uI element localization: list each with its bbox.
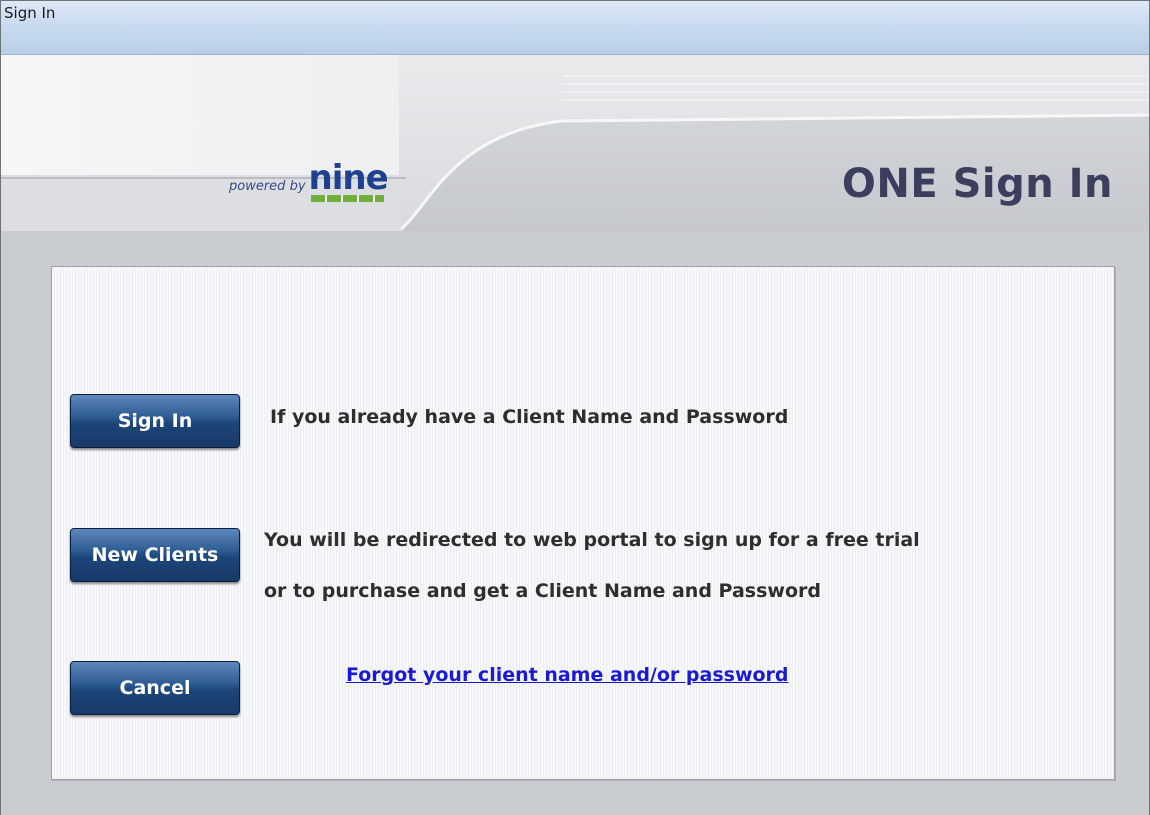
sign-in-window: Sign In powered by nine ONE Sign In Sign…	[0, 0, 1150, 815]
nine-logo: nine	[309, 158, 389, 202]
sign-in-button[interactable]: Sign In	[70, 394, 240, 448]
cancel-button[interactable]: Cancel	[70, 661, 240, 715]
new-clients-description-line2: or to purchase and get a Client Name and…	[264, 580, 821, 602]
new-clients-button[interactable]: New Clients	[70, 528, 240, 582]
nine-logo-bar	[310, 195, 384, 202]
page-title: ONE Sign In	[841, 161, 1113, 207]
cancel-button-label: Cancel	[119, 677, 191, 699]
forgot-credentials-link[interactable]: Forgot your client name and/or password	[346, 664, 789, 686]
nine-brand-text: nine	[308, 158, 389, 198]
sign-in-button-label: Sign In	[117, 410, 193, 432]
powered-by-logo: powered by nine	[229, 158, 389, 202]
header-banner: powered by nine ONE Sign In	[1, 55, 1149, 231]
new-clients-button-label: New Clients	[91, 544, 219, 566]
sign-in-description: If you already have a Client Name and Pa…	[270, 406, 789, 428]
title-bar[interactable]: Sign In	[1, 1, 1149, 55]
sign-in-panel: Sign In If you already have a Client Nam…	[51, 266, 1115, 780]
window-title: Sign In	[4, 4, 56, 22]
powered-by-text: powered by	[229, 179, 306, 194]
new-clients-description-line1: You will be redirected to web portal to …	[264, 529, 920, 551]
